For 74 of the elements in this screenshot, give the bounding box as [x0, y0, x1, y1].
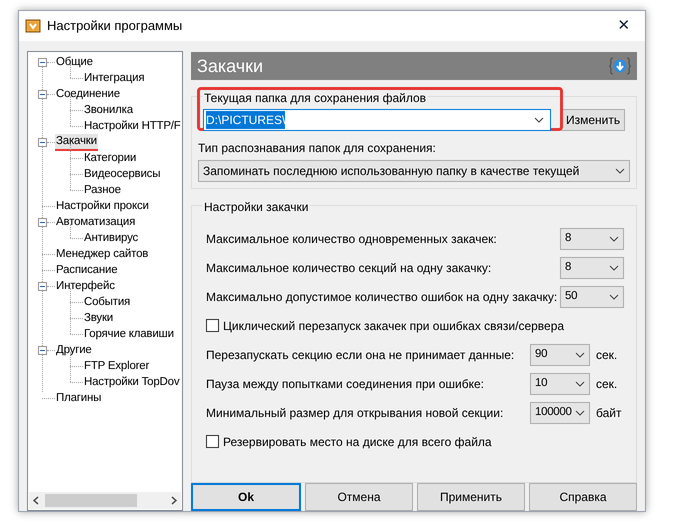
collapse-icon[interactable] [38, 138, 47, 146]
detect-label: Тип распознавания папок для сохранения: [198, 140, 437, 157]
tree-item[interactable]: Настройки TopDov [83, 374, 180, 390]
tree-item[interactable]: Плагины [55, 390, 102, 406]
tree-item[interactable]: Автоматизация [55, 214, 136, 230]
tree-item[interactable]: Звуки [83, 310, 114, 326]
tree-item[interactable]: Соединение [55, 86, 121, 102]
tree-item[interactable]: События [83, 294, 132, 310]
checkbox[interactable] [206, 319, 219, 332]
app-icon [25, 18, 41, 34]
section-title: Закачки [197, 54, 264, 78]
tree-item[interactable]: Интеграция [83, 70, 146, 86]
collapse-icon[interactable] [38, 58, 47, 66]
group-legend: Настройки закачки [202, 200, 310, 214]
value-select[interactable]: 100000 [530, 402, 590, 424]
select-value: 8 [565, 230, 572, 246]
setting-label: Циклический перезапуск закачек при ошибках связи/сервера [223, 318, 566, 334]
folder-combobox[interactable]: D:\PICTURES\ [203, 109, 551, 131]
value-select[interactable]: 8 [560, 228, 624, 250]
select-value: 10 [535, 376, 548, 391]
setting-label: Перезапускать секцию если она не принимает данные: [206, 346, 516, 364]
tree-item[interactable]: Менеджер сайтов [55, 246, 150, 262]
tree-item[interactable]: Расписание [55, 262, 118, 278]
horizontal-scrollbar[interactable] [29, 492, 181, 509]
detect-select[interactable]: Запоминать последнюю использованную папку в качестве текущей [198, 160, 630, 182]
tree-item[interactable]: Горячие клавиши [83, 326, 175, 342]
tree-item[interactable]: Другие [55, 342, 93, 358]
download-icon [609, 57, 631, 75]
select-value: 8 [565, 260, 572, 275]
folder-value: D:\PICTURES\ [206, 111, 286, 129]
scroll-left-icon[interactable] [33, 496, 39, 505]
value-select[interactable]: 90 [530, 344, 590, 366]
tree-item[interactable]: Закачки [55, 134, 98, 150]
tree-item[interactable]: Настройки прокси [55, 198, 150, 214]
collapse-icon[interactable] [38, 90, 47, 98]
unit-label: сек. [595, 376, 618, 392]
scrollbar-thumb[interactable] [45, 494, 137, 507]
unit-label: сек. [595, 346, 618, 364]
setting-label: Пауза между попытками соединения при ошибке: [206, 376, 485, 392]
group-legend: Текущая папка для сохранения файлов [202, 91, 428, 105]
detect-value: Запоминать последнюю использованную папку в качестве текущей [203, 163, 580, 180]
tree-item[interactable]: Категории [83, 150, 138, 166]
setting-label: Максимально допустимое количество ошибок на одну закачку: [206, 288, 558, 306]
tree-item[interactable]: FTP Explorer [83, 358, 150, 374]
dialog-button[interactable]: Ok [191, 483, 301, 511]
collapse-icon[interactable] [38, 218, 47, 226]
value-select[interactable]: 8 [560, 256, 624, 278]
unit-label: байт [595, 404, 622, 422]
tree-item[interactable]: Разное [83, 182, 122, 198]
dialog-button[interactable]: Отмена [305, 483, 413, 511]
collapse-icon[interactable] [38, 282, 47, 290]
close-button[interactable]: ✕ [609, 14, 639, 38]
tree-item[interactable]: Общие [55, 54, 94, 70]
collapse-icon[interactable] [38, 346, 47, 354]
tree-item[interactable]: Антивирус [83, 230, 140, 246]
tree-item[interactable]: Звонилка [83, 102, 134, 118]
tree-item[interactable]: Настройки HTTP/F [83, 118, 182, 134]
select-value: 90 [535, 346, 548, 362]
checkbox[interactable] [206, 435, 219, 448]
setting-label: Максимальное количество одновременных закачек: [206, 230, 498, 248]
value-select[interactable]: 10 [530, 372, 590, 394]
tree-item[interactable]: Интерфейс [55, 278, 116, 294]
dialog-button[interactable]: Применить [417, 483, 525, 511]
change-button[interactable]: Изменить [561, 109, 626, 131]
select-value: 100000 [535, 404, 572, 420]
window-title: Настройки программы [47, 17, 184, 36]
tree-item[interactable]: Видеосервисы [83, 166, 162, 182]
dialog-button[interactable]: Справка [529, 483, 637, 511]
setting-label: Резервировать место на диске для всего файла [223, 434, 493, 450]
scroll-right-icon[interactable] [171, 496, 177, 505]
value-select[interactable]: 50 [560, 286, 624, 308]
setting-label: Минимальный размер для открывания новой секции: [206, 404, 504, 422]
setting-label: Максимальное количество секций на одну закачку: [206, 260, 492, 276]
select-value: 50 [565, 288, 578, 304]
